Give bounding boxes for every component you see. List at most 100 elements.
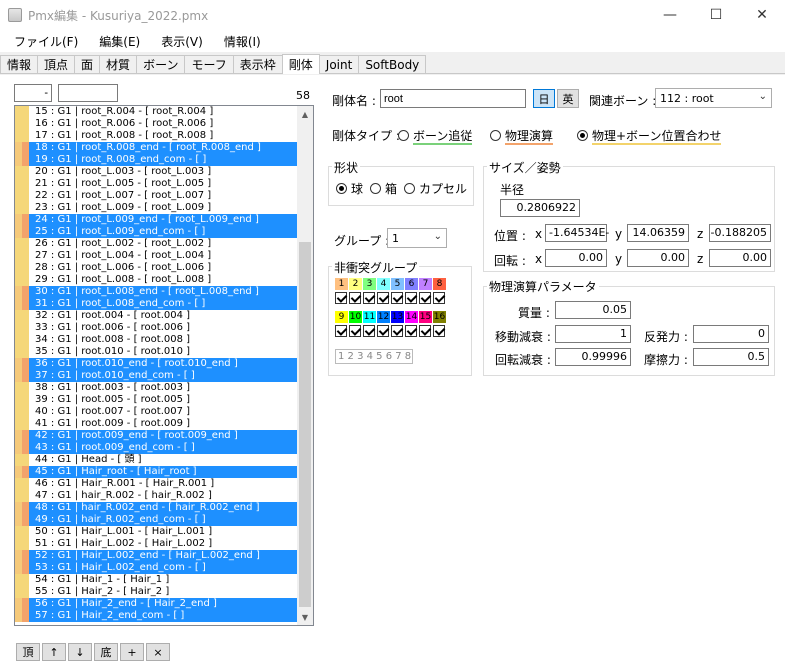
list-item[interactable]: 32 : G1 | root.004 - [ root.004 ] xyxy=(15,310,298,322)
group-checkbox[interactable] xyxy=(433,292,445,304)
minimize-button[interactable]: — xyxy=(647,0,693,30)
list-item[interactable]: 27 : G1 | root_L.004 - [ root_L.004 ] xyxy=(15,250,298,262)
filter-text-input[interactable] xyxy=(58,84,118,102)
friction-input[interactable]: 0.5 xyxy=(693,348,769,366)
group-checkbox[interactable] xyxy=(377,325,389,337)
pos-x-input[interactable]: -1.64534E- xyxy=(545,224,609,242)
list-item[interactable]: 23 : G1 | root_L.009 - [ root_L.009 ] xyxy=(15,202,298,214)
move-top-button[interactable]: 頂 xyxy=(16,643,40,661)
tab-info[interactable]: 情報 xyxy=(0,55,39,73)
list-item[interactable]: 42 : G1 | root.009_end - [ root.009_end … xyxy=(15,430,298,442)
list-item[interactable]: 36 : G1 | root.010_end - [ root.010_end … xyxy=(15,358,298,370)
list-item[interactable]: 49 : G1 | hair_R.002_end_com - [ ] xyxy=(15,514,298,526)
add-button[interactable]: + xyxy=(120,643,144,661)
scroll-thumb[interactable] xyxy=(299,242,311,607)
list-item[interactable]: 18 : G1 | root_R.008_end - [ root_R.008_… xyxy=(15,142,298,154)
shape-capsule[interactable]: カプセル xyxy=(404,180,467,197)
close-button[interactable]: ✕ xyxy=(739,0,785,30)
group-checkbox[interactable] xyxy=(419,325,431,337)
group-checkbox[interactable] xyxy=(391,292,403,304)
tab-display[interactable]: 表示枠 xyxy=(232,55,283,73)
shape-box[interactable]: 箱 xyxy=(370,180,397,197)
list-item[interactable]: 54 : G1 | Hair_1 - [ Hair_1 ] xyxy=(15,574,298,586)
list-item[interactable]: 46 : G1 | Hair_R.001 - [ Hair_R.001 ] xyxy=(15,478,298,490)
tab-rigidbody[interactable]: 剛体 xyxy=(281,54,320,74)
move-damp-input[interactable]: 1 xyxy=(555,325,631,343)
group-checkbox[interactable] xyxy=(419,292,431,304)
list-item[interactable]: 43 : G1 | root.009_end_com - [ ] xyxy=(15,442,298,454)
move-down-button[interactable]: ↓ xyxy=(68,643,92,661)
list-item[interactable]: 19 : G1 | root_R.008_end_com - [ ] xyxy=(15,154,298,166)
type-option-physics-bone[interactable]: 物理+ボーン位置合わせ xyxy=(577,127,722,145)
group-checkbox[interactable] xyxy=(335,292,347,304)
list-item[interactable]: 56 : G1 | Hair_2_end - [ Hair_2_end ] xyxy=(15,598,298,610)
shape-sphere[interactable]: 球 xyxy=(336,180,363,197)
list-item[interactable]: 40 : G1 | root.007 - [ root.007 ] xyxy=(15,406,298,418)
list-item[interactable]: 20 : G1 | root_L.003 - [ root_L.003 ] xyxy=(15,166,298,178)
rot-y-input[interactable]: 0.00 xyxy=(627,249,689,267)
lang-jp-button[interactable]: 日 xyxy=(533,89,555,108)
name-input[interactable] xyxy=(380,89,526,108)
radius-input[interactable]: 0.2806922 xyxy=(500,199,580,217)
list-item[interactable]: 29 : G1 | root_L.008 - [ root_L.008 ] xyxy=(15,274,298,286)
tab-face[interactable]: 面 xyxy=(74,55,101,73)
group-checkbox[interactable] xyxy=(405,325,417,337)
list-scrollbar[interactable]: ▲ ▼ xyxy=(297,106,313,625)
rot-x-input[interactable]: 0.00 xyxy=(545,249,607,267)
list-item[interactable]: 21 : G1 | root_L.005 - [ root_L.005 ] xyxy=(15,178,298,190)
list-item[interactable]: 34 : G1 | root.008 - [ root.008 ] xyxy=(15,334,298,346)
list-item[interactable]: 44 : G1 | Head - [ 頭 ] xyxy=(15,454,298,466)
list-item[interactable]: 39 : G1 | root.005 - [ root.005 ] xyxy=(15,394,298,406)
pos-y-input[interactable]: 14.06359 xyxy=(627,224,689,242)
tab-vertex[interactable]: 頂点 xyxy=(37,55,76,73)
list-item[interactable]: 37 : G1 | root.010_end_com - [ ] xyxy=(15,370,298,382)
list-item[interactable]: 24 : G1 | root_L.009_end - [ root_L.009_… xyxy=(15,214,298,226)
rot-z-input[interactable]: 0.00 xyxy=(709,249,771,267)
scroll-down-icon[interactable]: ▼ xyxy=(297,609,313,625)
group-checkbox[interactable] xyxy=(363,325,375,337)
group-checkbox[interactable] xyxy=(349,325,361,337)
group-checkbox[interactable] xyxy=(377,292,389,304)
list-item[interactable]: 51 : G1 | Hair_L.002 - [ Hair_L.002 ] xyxy=(15,538,298,550)
list-item[interactable]: 47 : G1 | hair_R.002 - [ hair_R.002 ] xyxy=(15,490,298,502)
bone-select[interactable]: 112 : root ⌄ xyxy=(655,88,772,108)
list-item[interactable]: 52 : G1 | Hair_L.002_end - [ Hair_L.002_… xyxy=(15,550,298,562)
menu-file[interactable]: ファイル(F) xyxy=(0,33,85,50)
list-item[interactable]: 53 : G1 | Hair_L.002_end_com - [ ] xyxy=(15,562,298,574)
list-item[interactable]: 55 : G1 | Hair_2 - [ Hair_2 ] xyxy=(15,586,298,598)
list-item[interactable]: 26 : G1 | root_L.002 - [ root_L.002 ] xyxy=(15,238,298,250)
tab-bone[interactable]: ボーン xyxy=(136,55,186,73)
list-item[interactable]: 50 : G1 | Hair_L.001 - [ Hair_L.001 ] xyxy=(15,526,298,538)
filter-number-input[interactable] xyxy=(14,84,52,102)
menu-view[interactable]: 表示(V) xyxy=(147,33,210,50)
move-up-button[interactable]: ↑ xyxy=(42,643,66,661)
list-item[interactable]: 30 : G1 | root_L.008_end - [ root_L.008_… xyxy=(15,286,298,298)
type-option-physics[interactable]: 物理演算 xyxy=(490,127,554,145)
restitution-input[interactable]: 0 xyxy=(693,325,769,343)
list-item[interactable]: 17 : G1 | root_R.008 - [ root_R.008 ] xyxy=(15,130,298,142)
maximize-button[interactable]: ☐ xyxy=(693,0,739,30)
rigidbody-list[interactable]: 15 : G1 | root_R.004 - [ root_R.004 ] 16 … xyxy=(14,105,314,626)
tab-joint[interactable]: Joint xyxy=(318,55,360,73)
list-item[interactable]: 48 : G1 | hair_R.002_end - [ hair_R.002_… xyxy=(15,502,298,514)
group-select[interactable]: 1 ⌄ xyxy=(387,228,447,248)
nocollide-text[interactable]: 1 2 3 4 5 6 7 8 xyxy=(335,349,413,364)
list-item[interactable]: 35 : G1 | root.010 - [ root.010 ] xyxy=(15,346,298,358)
list-item[interactable]: 41 : G1 | root.009 - [ root.009 ] xyxy=(15,418,298,430)
group-checkbox[interactable] xyxy=(335,325,347,337)
mass-input[interactable]: 0.05 xyxy=(555,301,631,319)
group-checkbox[interactable] xyxy=(405,292,417,304)
delete-button[interactable]: × xyxy=(146,643,170,661)
group-checkbox[interactable] xyxy=(391,325,403,337)
menu-info[interactable]: 情報(I) xyxy=(210,33,268,50)
list-item[interactable]: 45 : G1 | Hair_root - [ Hair_root ] xyxy=(15,466,298,478)
group-checkbox[interactable] xyxy=(433,325,445,337)
tab-softbody[interactable]: SoftBody xyxy=(358,55,427,73)
rot-damp-input[interactable]: 0.99996 xyxy=(555,348,631,366)
pos-z-input[interactable]: -0.188205 xyxy=(709,224,771,242)
tab-material[interactable]: 材質 xyxy=(99,55,138,73)
tab-morph[interactable]: モーフ xyxy=(184,55,234,73)
list-item[interactable]: 38 : G1 | root.003 - [ root.003 ] xyxy=(15,382,298,394)
list-item[interactable]: 25 : G1 | root_L.009_end_com - [ ] xyxy=(15,226,298,238)
group-checkbox[interactable] xyxy=(363,292,375,304)
